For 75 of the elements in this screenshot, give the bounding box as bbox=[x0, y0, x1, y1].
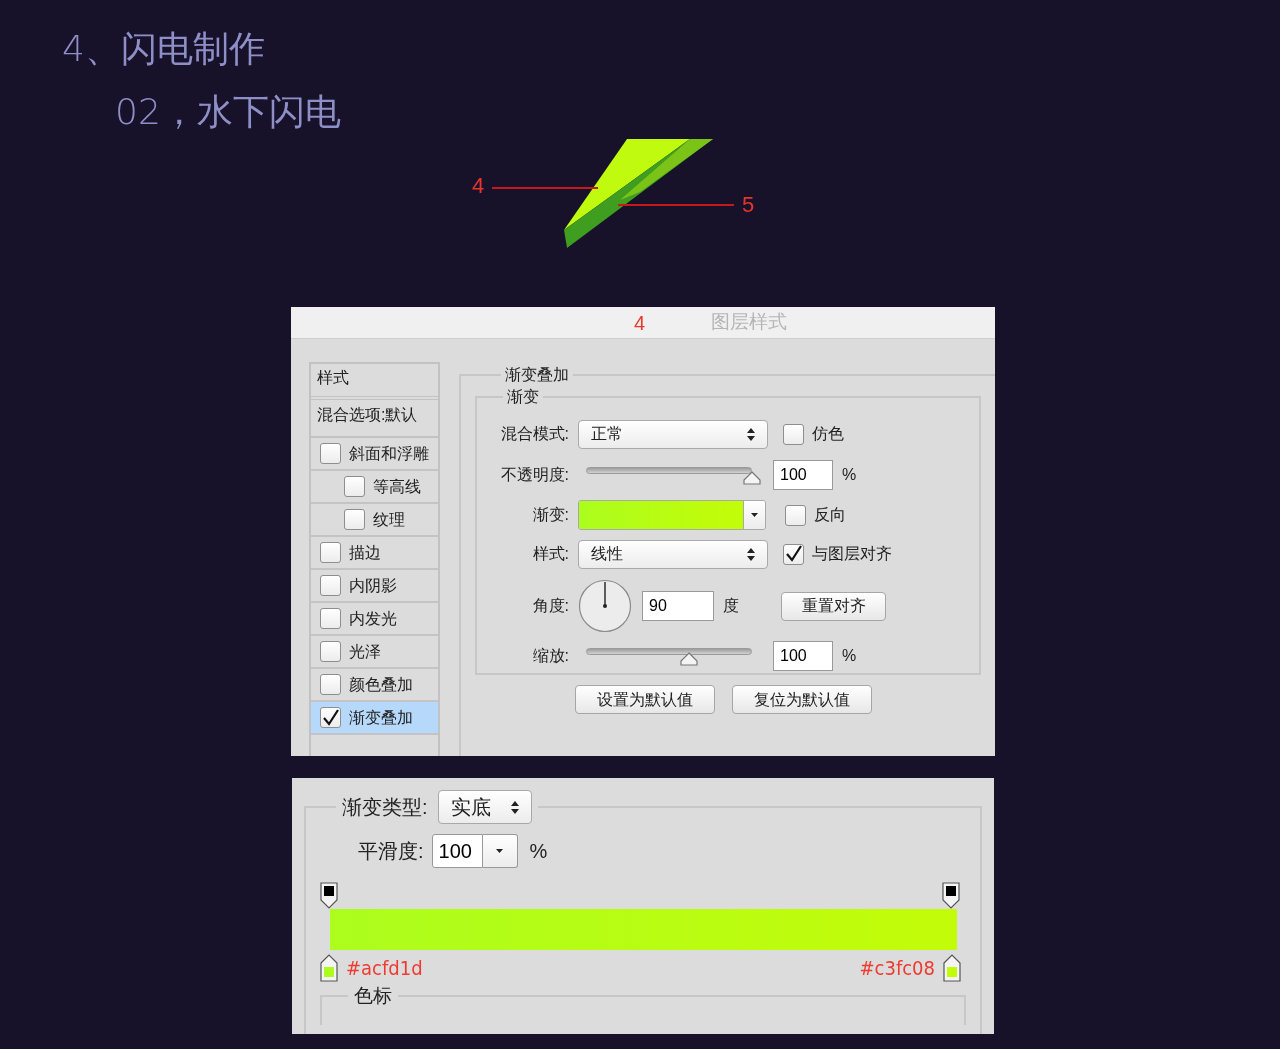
style-label: 纹理 bbox=[373, 509, 405, 530]
field-label: 渐变: bbox=[531, 505, 569, 525]
checkbox[interactable] bbox=[783, 543, 804, 565]
dropdown-select[interactable]: 线性 bbox=[578, 539, 768, 569]
checkbox[interactable] bbox=[344, 476, 365, 497]
up-down-arrows-icon bbox=[747, 547, 755, 561]
unit-label: % bbox=[529, 839, 548, 864]
dialog-button[interactable]: 复位为默认值 bbox=[732, 685, 872, 714]
callout-number: 5 bbox=[742, 192, 755, 218]
slider-thumb[interactable] bbox=[743, 471, 761, 485]
field-label: 混合模式: bbox=[499, 424, 569, 444]
checkbox-label: 反向 bbox=[814, 505, 846, 525]
checkbox[interactable] bbox=[320, 707, 341, 728]
number-field[interactable]: 100 bbox=[773, 460, 833, 490]
section-title: 渐变叠加 bbox=[504, 365, 570, 385]
unit-label: % bbox=[842, 646, 857, 666]
number-field[interactable]: 100 bbox=[773, 641, 833, 671]
step-heading: 4、闪电制作 bbox=[62, 27, 265, 71]
caret-icon bbox=[496, 849, 504, 853]
checkbox[interactable] bbox=[320, 575, 341, 596]
field-label: 平滑度: bbox=[358, 839, 424, 864]
number-field[interactable]: 90 bbox=[642, 591, 714, 621]
styles-header[interactable]: 样式 bbox=[311, 364, 438, 400]
caret-icon bbox=[751, 513, 758, 517]
dropdown-button[interactable] bbox=[482, 834, 518, 868]
up-down-arrows-icon bbox=[747, 427, 755, 441]
checkbox[interactable] bbox=[320, 542, 341, 563]
checkbox[interactable] bbox=[320, 641, 341, 662]
dialog-button[interactable]: 重置对齐 bbox=[781, 591, 886, 621]
field-label: 不透明度: bbox=[499, 465, 569, 485]
dropdown-select[interactable]: 正常 bbox=[578, 419, 768, 449]
checkmark-icon bbox=[321, 708, 340, 727]
style-label: 颜色叠加 bbox=[349, 674, 413, 695]
style-label: 内发光 bbox=[349, 608, 397, 629]
color-stop-marker[interactable] bbox=[320, 954, 338, 982]
checkbox[interactable] bbox=[344, 509, 365, 530]
opacity-stop-marker[interactable] bbox=[942, 882, 960, 909]
field-label: 样式: bbox=[531, 544, 569, 564]
style-label: 等高线 bbox=[373, 476, 421, 497]
style-label: 内阴影 bbox=[349, 575, 397, 596]
field-label: 角度: bbox=[531, 596, 569, 616]
up-down-arrows-icon bbox=[510, 800, 519, 814]
slider-thumb[interactable] bbox=[679, 652, 698, 666]
dropdown-select[interactable]: 实底 bbox=[437, 790, 532, 824]
style-label: 光泽 bbox=[349, 641, 381, 662]
angle-dial[interactable] bbox=[578, 579, 632, 633]
style-list-item[interactable]: 渐变叠加 bbox=[311, 702, 438, 735]
checkbox[interactable] bbox=[320, 674, 341, 695]
unit-label: 度 bbox=[723, 596, 739, 616]
checkbox[interactable] bbox=[320, 608, 341, 629]
field-label: 渐变类型: bbox=[342, 795, 428, 820]
opacity-stop-marker[interactable] bbox=[320, 882, 338, 909]
checkbox-label: 仿色 bbox=[812, 424, 844, 444]
dialog-title: 图层样式 bbox=[711, 310, 788, 335]
group-title: 色标 bbox=[353, 985, 393, 1007]
number-field[interactable]: 100 bbox=[431, 834, 483, 868]
step-number: 4 bbox=[634, 310, 646, 336]
style-label: 斜面和浮雕 bbox=[349, 443, 429, 464]
unit-label: % bbox=[842, 465, 857, 485]
field-label: 缩放: bbox=[531, 646, 569, 666]
dialog-button[interactable]: 设置为默认值 bbox=[575, 685, 715, 714]
checkbox[interactable] bbox=[785, 504, 806, 526]
color-stop-marker[interactable] bbox=[943, 954, 961, 982]
group-title: 渐变 bbox=[506, 387, 540, 407]
checkmark-icon bbox=[784, 545, 803, 563]
checkbox[interactable] bbox=[783, 423, 804, 445]
style-label: 渐变叠加 bbox=[349, 707, 413, 728]
step-subheading: 02，水下闪电 bbox=[115, 90, 341, 134]
gradient-picker[interactable] bbox=[578, 500, 766, 530]
callout-number: 4 bbox=[472, 173, 485, 199]
color-code-annotation: #acfd1d bbox=[346, 955, 423, 982]
checkbox[interactable] bbox=[320, 443, 341, 464]
color-code-annotation: #c3fc08 bbox=[859, 955, 935, 982]
style-label: 描边 bbox=[349, 542, 381, 563]
checkbox-label: 与图层对齐 bbox=[812, 544, 892, 564]
